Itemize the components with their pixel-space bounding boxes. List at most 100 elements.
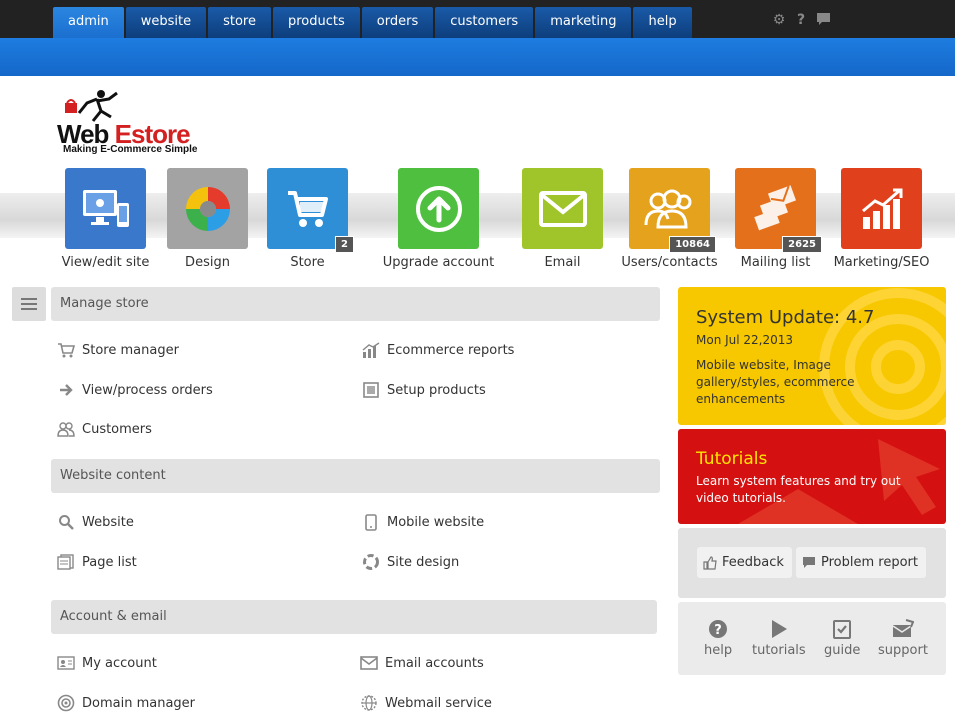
link-label: Website [82, 514, 134, 530]
link-ecommerce-reports[interactable]: Ecommerce reports [361, 340, 514, 360]
feedback-panel: Feedback Problem report [678, 528, 946, 598]
link-mobile-website[interactable]: Mobile website [361, 512, 484, 532]
logo-figure-icon [65, 90, 118, 122]
guide-label: guide [824, 643, 861, 658]
tab-help[interactable]: help [633, 7, 692, 38]
mailing-icon [753, 184, 796, 230]
tile-view-edit-site[interactable]: View/edit site [62, 168, 149, 270]
tile-label: Marketing/SEO [833, 255, 930, 270]
web-estore-logo[interactable]: Web Estore Making E-Commerce Simple [57, 89, 222, 157]
cart-icon [287, 190, 328, 227]
cart-icon [56, 340, 76, 360]
support-mail-icon [878, 618, 928, 640]
link-label: Domain manager [82, 695, 196, 711]
gear-icon[interactable]: ⚙ [771, 12, 787, 28]
tile-label: Users/contacts [621, 255, 718, 270]
link-my-account[interactable]: My account [56, 653, 157, 673]
link-view-process-orders[interactable]: View/process orders [56, 380, 213, 400]
thumbs-up-icon [703, 555, 717, 570]
chat-icon[interactable] [815, 12, 831, 28]
tile-design[interactable]: Design [167, 168, 248, 270]
tile-email[interactable]: Email [522, 168, 603, 270]
users-icon [644, 189, 691, 228]
tutorials-link[interactable]: tutorials [752, 618, 806, 658]
sub-nav-bar [0, 38, 955, 76]
section-manage-store: Manage store [51, 287, 660, 321]
help-label: help [704, 643, 733, 658]
upload-arrow-icon [415, 185, 462, 232]
link-label: Customers [82, 421, 152, 437]
link-webmail-service[interactable]: Webmail service [359, 693, 492, 713]
envelope-icon [538, 190, 587, 227]
main-tabs: admin website store products orders cust… [53, 7, 694, 38]
tile-label: Email [544, 255, 581, 270]
tutorials-description: Learn system features and try out video … [696, 474, 901, 505]
id-card-icon [56, 653, 76, 673]
speech-bubble-icon [803, 557, 815, 568]
menu-toggle-button[interactable] [12, 287, 46, 321]
bar-chart-icon [361, 340, 381, 360]
support-label: support [878, 643, 928, 658]
tile-label: Store [290, 255, 325, 270]
tab-admin[interactable]: admin [53, 7, 124, 38]
monitor-device-icon [82, 189, 129, 227]
section-website-content: Website content [51, 459, 660, 493]
link-email-accounts[interactable]: Email accounts [359, 653, 484, 673]
tab-customers[interactable]: customers [435, 7, 534, 38]
link-page-list[interactable]: Page list [56, 552, 137, 572]
tile-label: Upgrade account [382, 255, 495, 270]
svg-text:?: ? [714, 623, 722, 638]
tutorials-panel[interactable]: Tutorials Learn system features and try … [678, 429, 946, 524]
target-icon [56, 693, 76, 713]
feedback-label: Feedback [722, 555, 784, 570]
tile-label: Mailing list [740, 255, 811, 270]
system-update-panel[interactable]: System Update: 4.7 Mon Jul 22,2013 Mobil… [678, 287, 946, 425]
users-icon [56, 419, 76, 439]
link-label: Page list [82, 554, 137, 570]
tutorials-title: Tutorials [696, 449, 768, 469]
tab-store[interactable]: store [208, 7, 271, 38]
play-icon [752, 618, 806, 640]
store-count-badge: 2 [335, 236, 354, 253]
link-domain-manager[interactable]: Domain manager [56, 693, 195, 713]
update-title: System Update: 4.7 [696, 307, 875, 328]
help-link[interactable]: ? help [704, 618, 732, 658]
globe-icon [359, 693, 379, 713]
link-store-manager[interactable]: Store manager [56, 340, 179, 360]
tile-marketing-seo[interactable]: Marketing/SEO [834, 168, 929, 270]
problem-report-button[interactable]: Problem report [796, 547, 926, 578]
support-link[interactable]: support [878, 618, 928, 658]
link-site-design[interactable]: Site design [361, 552, 459, 572]
link-customers[interactable]: Customers [56, 419, 152, 439]
link-label: My account [82, 655, 157, 671]
feedback-button[interactable]: Feedback [697, 547, 792, 578]
link-label: Ecommerce reports [387, 342, 515, 358]
question-circle-icon: ? [704, 618, 732, 640]
question-icon[interactable]: ? [793, 12, 809, 28]
tutorials-label: tutorials [752, 643, 806, 658]
guide-link[interactable]: guide [824, 618, 860, 658]
tile-users-contacts[interactable]: 10864 Users/contacts [621, 168, 718, 270]
tile-store[interactable]: 2 Store [267, 168, 354, 270]
top-nav-bar: admin website store products orders cust… [0, 0, 955, 38]
envelope-icon [359, 653, 379, 673]
link-label: Mobile website [387, 514, 485, 530]
tab-orders[interactable]: orders [361, 7, 434, 38]
logo-tagline: Making E-Commerce Simple [63, 144, 198, 155]
search-icon [56, 512, 76, 532]
tile-mailing-list[interactable]: 2625 Mailing list [735, 168, 822, 270]
link-label: Webmail service [385, 695, 492, 711]
top-utility-icons: ⚙ ? [771, 12, 831, 28]
link-website[interactable]: Website [56, 512, 134, 532]
link-label: Site design [387, 554, 460, 570]
link-setup-products[interactable]: Setup products [361, 380, 486, 400]
tile-upgrade-account[interactable]: Upgrade account [383, 168, 494, 270]
tab-website[interactable]: website [125, 7, 207, 38]
link-label: Store manager [82, 342, 179, 358]
tab-products[interactable]: products [273, 7, 360, 38]
link-label: Setup products [387, 382, 486, 398]
pages-icon [56, 552, 76, 572]
users-count-badge: 10864 [669, 236, 716, 253]
tab-marketing[interactable]: marketing [535, 7, 632, 38]
product-box-icon [361, 380, 381, 400]
